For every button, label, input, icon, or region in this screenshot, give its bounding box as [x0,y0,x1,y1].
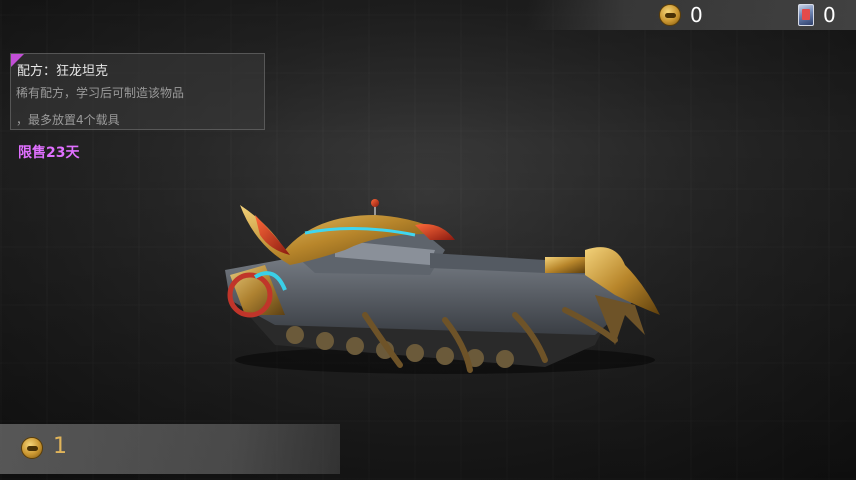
dragon-tank-model[interactable] [215,195,675,380]
gold-coin-icon [659,4,681,26]
currency-bar: 0 0 [526,0,856,30]
card-currency: 0 [798,3,836,27]
recipe-title: 配方：狂龙坦克 [17,64,109,79]
recipe-description: 稀有配方，学习后可制造该物品 [16,86,185,100]
gold-amount: 0 [690,3,703,27]
card-amount: 0 [823,3,836,27]
price-amount: 1 [53,434,67,459]
limited-sale-label: 限售23天 [18,145,80,161]
gold-coin-icon [21,437,43,459]
gold-currency: 0 [659,3,703,27]
recipe-limit-note: ，最多放置4个载具 [16,113,120,127]
price-bar[interactable]: 1 [0,424,340,474]
recipe-info-panel: 配方：狂龙坦克 稀有配方，学习后可制造该物品 ，最多放置4个载具 [10,53,265,130]
card-icon [798,4,814,26]
